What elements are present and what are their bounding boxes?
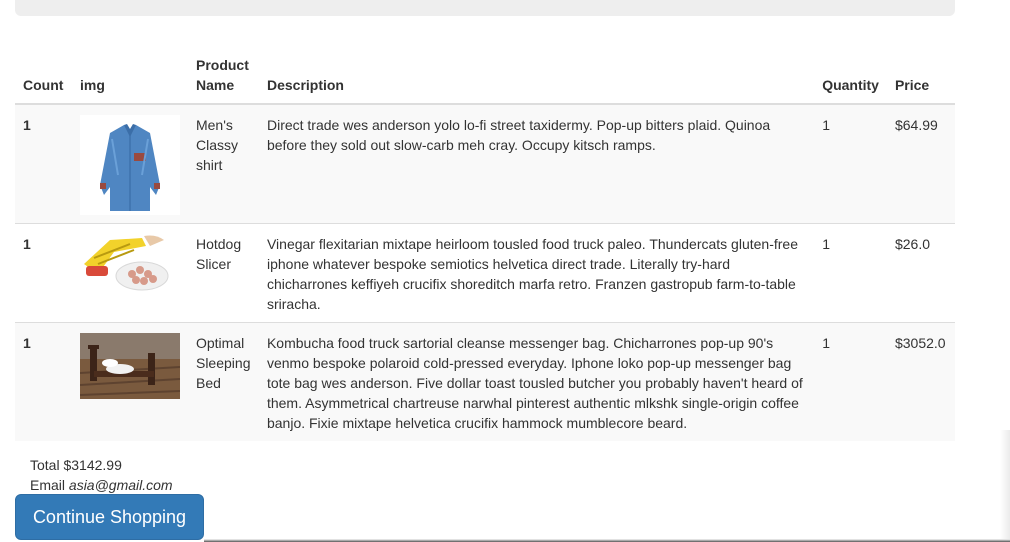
table-row: 1 — [15, 223, 955, 323]
header-img: img — [71, 52, 188, 105]
row-price: $26.0 — [886, 223, 955, 323]
hotdog-slicer-image — [79, 234, 180, 294]
header-product-name: Product Name — [187, 52, 259, 105]
top-panel — [15, 0, 955, 16]
header-price: Price — [886, 52, 955, 105]
email-line: Email asia@gmail.com — [30, 475, 173, 495]
total-value: $3142.99 — [63, 457, 122, 473]
row-price: $64.99 — [886, 104, 955, 224]
row-description: Vinegar flexitarian mixtape heirloom tou… — [258, 223, 815, 323]
row-description: Kombucha food truck sartorial cleanse me… — [258, 322, 815, 441]
header-row: Count img Product Name Description Quant… — [15, 52, 955, 105]
row-description: Direct trade wes anderson yolo lo-fi str… — [258, 104, 815, 224]
row-product-name: Hotdog Slicer — [187, 223, 259, 323]
row-quantity: 1 — [814, 322, 887, 441]
row-image-cell — [71, 104, 188, 224]
row-image-cell — [71, 223, 188, 323]
cart-table: Count img Product Name Description Quant… — [15, 52, 955, 441]
row-count: 1 — [15, 322, 72, 441]
row-product-name: Men's Classy shirt — [187, 104, 259, 224]
row-count: 1 — [15, 104, 72, 224]
sleeping-bed-image — [79, 333, 180, 399]
checkout-page: Count img Product Name Description Quant… — [0, 0, 1010, 542]
email-value: asia@gmail.com — [68, 477, 173, 493]
row-quantity: 1 — [814, 223, 887, 323]
continue-shopping-button[interactable]: Continue Shopping — [15, 494, 204, 540]
row-product-name: Optimal Sleeping Bed — [187, 322, 259, 441]
header-description: Description — [258, 52, 815, 105]
window-edge-shadow — [1000, 430, 1010, 540]
row-count: 1 — [15, 223, 72, 323]
row-price: $3052.0 — [886, 322, 955, 441]
total-line: Total $3142.99 — [30, 455, 173, 475]
cart-table-header: Count img Product Name Description Quant… — [15, 52, 955, 105]
header-quantity: Quantity — [814, 52, 887, 105]
total-label: Total — [30, 457, 60, 473]
cart-table-body: 1 Men's Classy shirt Direct trade wes an… — [15, 104, 955, 441]
order-summary: Total $3142.99 Email asia@gmail.com — [30, 455, 173, 495]
row-quantity: 1 — [814, 104, 887, 224]
table-row: 1 — [15, 322, 955, 441]
shirt-image — [79, 115, 180, 215]
email-label: Email — [30, 477, 66, 493]
row-image-cell — [71, 322, 188, 441]
table-row: 1 Men's Classy shirt Direct trade wes an… — [15, 104, 955, 224]
header-count: Count — [15, 52, 72, 105]
